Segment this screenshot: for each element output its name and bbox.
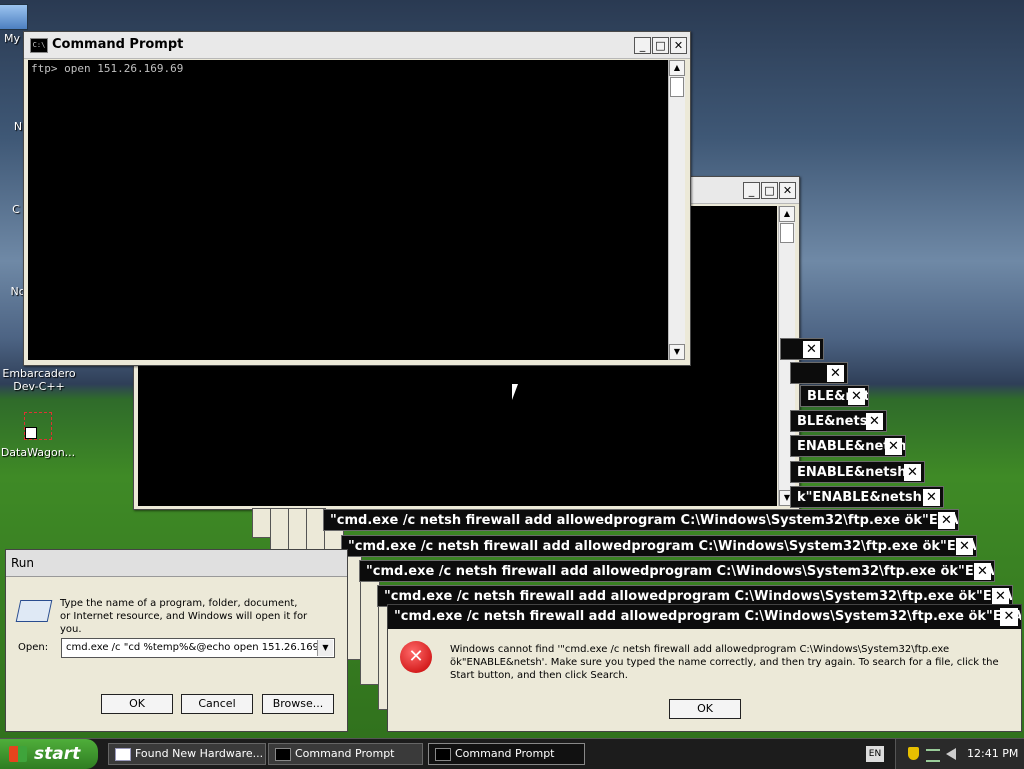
- desktop-icon-label: My: [3, 32, 20, 45]
- close-icon[interactable]: ✕: [803, 341, 820, 358]
- close-icon[interactable]: ✕: [904, 464, 921, 481]
- maximize-button[interactable]: □: [652, 37, 669, 54]
- run-title-bar[interactable]: Run: [6, 550, 347, 577]
- taskbar-item-found-new-hardware[interactable]: Found New Hardware...: [108, 743, 266, 765]
- close-button[interactable]: ✕: [670, 37, 687, 54]
- run-dialog[interactable]: Run Type the name of a program, folder, …: [5, 549, 348, 732]
- system-tray: 12:41 PM: [895, 739, 1024, 769]
- error-window-body: [252, 508, 272, 538]
- error-dialog-title-bar[interactable]: "cmd.exe /c netsh firewall add allowedpr…: [388, 605, 1021, 629]
- error-window-stack-item[interactable]: "cmd.exe /c netsh firewall add allowedpr…: [323, 509, 959, 531]
- vertical-scrollbar[interactable]: ▲ ▼: [668, 60, 685, 360]
- error-window-stack-item[interactable]: ENABLE&netsh ✕: [790, 461, 925, 483]
- open-label: Open:: [18, 642, 49, 653]
- security-shield-icon[interactable]: [908, 747, 919, 760]
- volume-icon[interactable]: [946, 748, 956, 760]
- open-combobox[interactable]: cmd.exe /c "cd %temp%&@echo open 151.26.…: [61, 638, 335, 658]
- minimize-button[interactable]: _: [634, 37, 651, 54]
- taskbar-item-label: Command Prompt: [455, 747, 555, 760]
- ok-button[interactable]: OK: [669, 699, 741, 719]
- close-button[interactable]: ✕: [779, 182, 796, 199]
- cancel-button[interactable]: Cancel: [181, 694, 253, 714]
- error-message: Windows cannot find '"cmd.exe /c netsh f…: [450, 644, 999, 681]
- title-bar[interactable]: C:\ Command Prompt _ □ ✕: [24, 32, 690, 59]
- taskbar-item-command-prompt[interactable]: Command Prompt: [268, 743, 423, 765]
- close-icon[interactable]: ✕: [974, 563, 991, 580]
- error-window-stack-item[interactable]: ✕: [790, 362, 848, 384]
- scroll-up-arrow[interactable]: ▲: [669, 60, 685, 76]
- desktop-icon-embarcadero[interactable]: Embarcadero Dev-C++: [0, 367, 79, 393]
- cmd-icon: [275, 748, 291, 761]
- error-window-stack-item[interactable]: ENABLE&netsh ✕: [790, 435, 906, 457]
- taskbar-item-label: Command Prompt: [295, 747, 395, 760]
- error-window-stack-item[interactable]: "cmd.exe /c netsh firewall add allowedpr…: [341, 535, 977, 557]
- close-icon[interactable]: ✕: [885, 438, 902, 455]
- close-icon[interactable]: ✕: [956, 538, 973, 555]
- close-icon[interactable]: ✕: [938, 512, 955, 529]
- shortcut-icon: [24, 412, 52, 440]
- error-window-stack-item[interactable]: k"ENABLE&netsh ✕: [790, 486, 944, 508]
- scroll-down-arrow[interactable]: ▼: [669, 344, 685, 360]
- cmd-icon: C:\: [30, 38, 48, 53]
- window-title: ENABLE&netsh: [797, 465, 907, 480]
- window-title: "cmd.exe /c netsh firewall add allowedpr…: [330, 513, 958, 528]
- close-icon[interactable]: ✕: [923, 489, 940, 506]
- error-icon: ✕: [400, 641, 432, 673]
- console-output[interactable]: ftp> open 151.26.169.69: [28, 60, 668, 360]
- clock[interactable]: 12:41 PM: [967, 747, 1018, 760]
- cmd-icon: [435, 748, 451, 761]
- close-icon[interactable]: ✕: [848, 388, 865, 405]
- maximize-button[interactable]: □: [761, 182, 778, 199]
- close-button[interactable]: ✕: [1000, 608, 1018, 626]
- close-icon[interactable]: ✕: [992, 588, 1009, 605]
- windows-logo-icon: [9, 746, 27, 762]
- scroll-thumb[interactable]: [780, 223, 794, 243]
- browse-button[interactable]: Browse...: [262, 694, 334, 714]
- scroll-thumb[interactable]: [670, 77, 684, 97]
- taskbar-item-label: Found New Hardware...: [135, 747, 264, 760]
- start-button[interactable]: start: [0, 739, 98, 769]
- chevron-down-icon[interactable]: ▼: [317, 640, 333, 656]
- window-title: BLE&netsh: [797, 414, 877, 429]
- window-title: "cmd.exe /c netsh firewall add allowedpr…: [348, 539, 976, 554]
- mouse-cursor-icon: [512, 384, 518, 400]
- error-window-stack-item[interactable]: "cmd.exe /c netsh firewall add allowedpr…: [359, 560, 995, 582]
- error-window-stack-item[interactable]: ✕: [780, 338, 824, 360]
- run-description: Type the name of a program, folder, docu…: [60, 598, 308, 635]
- window-icon: [115, 748, 131, 761]
- error-dialog-title: "cmd.exe /c netsh firewall add allowedpr…: [394, 609, 1021, 624]
- open-input-value: cmd.exe /c "cd %temp%&@echo open 151.26.…: [66, 642, 318, 653]
- console-line: ftp> open 151.26.169.69: [31, 62, 184, 75]
- network-icon[interactable]: [926, 749, 940, 762]
- error-window-stack-item[interactable]: BLE&netsh ✕: [800, 385, 869, 407]
- window-title: k"ENABLE&netsh: [797, 490, 922, 505]
- ok-button[interactable]: OK: [101, 694, 173, 714]
- error-dialog[interactable]: "cmd.exe /c netsh firewall add allowedpr…: [387, 604, 1022, 732]
- start-label: start: [34, 744, 81, 764]
- desktop-icon-label: N: [13, 120, 23, 133]
- minimize-button[interactable]: _: [743, 182, 760, 199]
- close-icon[interactable]: ✕: [827, 365, 844, 382]
- window-title: Command Prompt: [52, 37, 184, 52]
- command-prompt-window[interactable]: C:\ Command Prompt _ □ ✕ ftp> open 151.2…: [23, 31, 691, 366]
- desktop-icon-datawagon[interactable]: DataWagon...: [0, 412, 78, 459]
- scroll-up-arrow[interactable]: ▲: [779, 206, 795, 222]
- window-title: "cmd.exe /c netsh firewall add allowedpr…: [366, 564, 994, 579]
- computer-icon: [0, 4, 28, 30]
- taskbar-item-command-prompt-active[interactable]: Command Prompt: [428, 743, 585, 765]
- run-title: Run: [11, 556, 35, 570]
- desktop-icon-label: Embarcadero Dev-C++: [2, 367, 76, 393]
- desktop-icon-label: DataWagon...: [0, 446, 76, 459]
- error-window-stack-item[interactable]: BLE&netsh ✕: [790, 410, 887, 432]
- desktop-icon-label: C: [12, 203, 20, 216]
- run-icon: [15, 600, 53, 622]
- window-title: "cmd.exe /c netsh firewall add allowedpr…: [384, 589, 1012, 604]
- taskbar: start Found New Hardware... Command Prom…: [0, 738, 1024, 769]
- language-indicator[interactable]: EN: [866, 746, 884, 762]
- close-icon[interactable]: ✕: [866, 413, 883, 430]
